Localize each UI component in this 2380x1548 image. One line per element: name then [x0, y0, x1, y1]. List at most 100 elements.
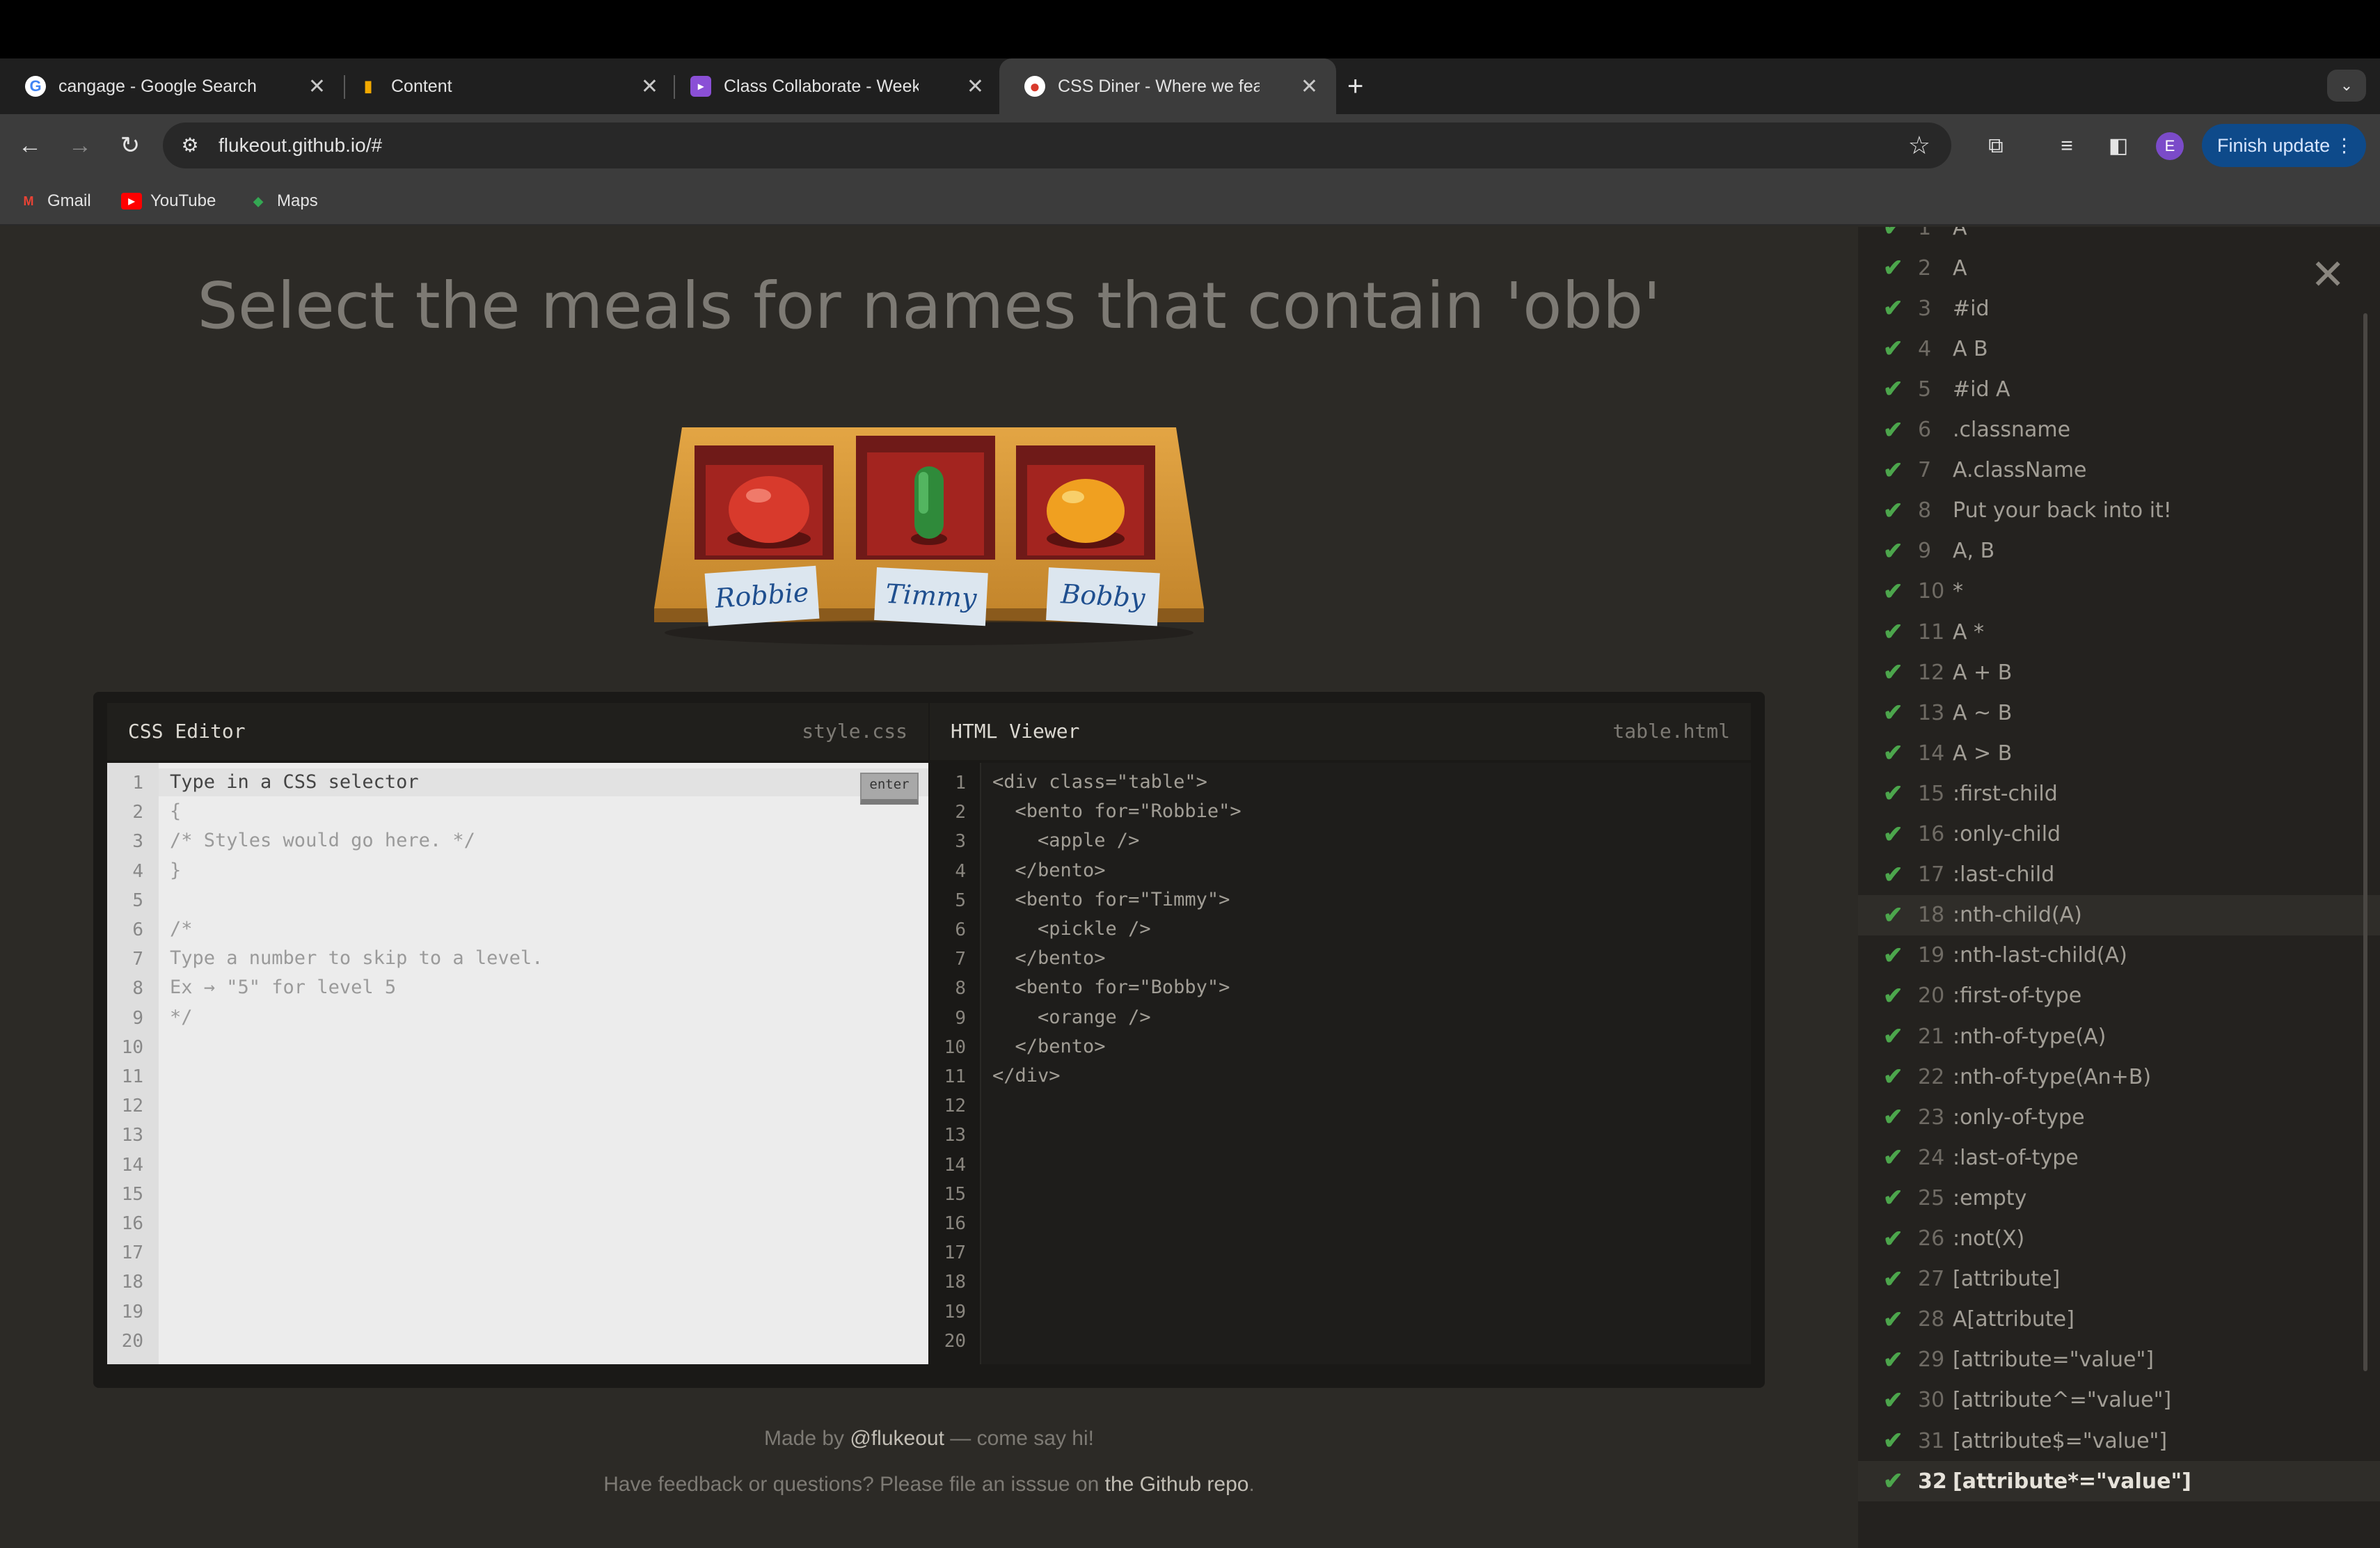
level-item[interactable]: ✔ 5 #id A	[1858, 369, 2380, 409]
level-name: #id	[1953, 296, 1990, 321]
footer-text: Made by	[763, 1427, 850, 1450]
level-name: A	[1953, 227, 1967, 240]
line-number: 13	[944, 1125, 966, 1146]
level-item[interactable]: ✔ 13 A ~ B	[1858, 693, 2380, 733]
level-item[interactable]: ✔ 12 A + B	[1858, 652, 2380, 693]
line-number: 10	[121, 1036, 143, 1058]
level-item[interactable]: ✔ 31 [attribute$="value"]	[1858, 1421, 2380, 1461]
level-item[interactable]: ✔ 9 A, B	[1858, 531, 2380, 571]
level-item[interactable]: ✔ 16:only-child	[1858, 814, 2380, 855]
reload-icon[interactable]: ↻	[114, 129, 146, 161]
apple-icon[interactable]	[729, 476, 809, 543]
css-filename: style.css	[802, 720, 907, 743]
level-item[interactable]: ✔ 1 A	[1858, 227, 2380, 248]
level-item[interactable]: ✔ 15:first-child	[1858, 773, 2380, 814]
tab-css-diner[interactable]: ● CSS Diner - Where we feast o ✕	[999, 58, 1336, 114]
close-icon[interactable]: ✕	[308, 74, 326, 99]
site-info-icon[interactable]: ⚙	[178, 134, 202, 157]
side-panel-icon[interactable]: ◧	[2103, 131, 2134, 161]
bookmark-star-icon[interactable]: ☆	[1908, 123, 1930, 168]
back-icon[interactable]: ←	[14, 129, 46, 161]
level-item[interactable]: ✔ 19:nth-last-child(A)	[1858, 935, 2380, 976]
level-item[interactable]: ✔ 32 [attribute*="value"]	[1858, 1461, 2380, 1502]
level-item[interactable]: ✔ 29 [attribute="value"]	[1858, 1340, 2380, 1380]
line-number: 20	[944, 1330, 966, 1352]
level-item[interactable]: ✔ 28 A[attribute]	[1858, 1300, 2380, 1340]
bookmarks-bar: M Gmail ▶ YouTube ◆ Maps	[0, 177, 2380, 226]
html-viewer-header: HTML Viewer table.html	[930, 703, 1751, 760]
level-item[interactable]: ✔ 27 [attribute]	[1858, 1259, 2380, 1300]
level-item[interactable]: ✔ 3 #id	[1858, 288, 2380, 329]
level-item[interactable]: ✔ 21:nth-of-type(A)	[1858, 1016, 2380, 1057]
level-item[interactable]: ✔ 7 A.className	[1858, 450, 2380, 491]
finish-update-button[interactable]: Finish update ⋮	[2202, 124, 2366, 167]
level-name: A > B	[1953, 741, 2013, 766]
check-icon: ✔	[1883, 982, 1903, 1009]
media-controls-icon[interactable]: ≡	[2052, 131, 2082, 161]
check-icon: ✔	[1883, 457, 1903, 484]
level-item[interactable]: ✔ 20:first-of-type	[1858, 976, 2380, 1016]
check-icon: ✔	[1883, 821, 1903, 848]
level-item[interactable]: ✔ 23:only-of-type	[1858, 1097, 2380, 1137]
check-icon: ✔	[1883, 1064, 1903, 1091]
url-text[interactable]: flukeout.github.io/#	[219, 123, 382, 168]
new-tab-button[interactable]: +	[1347, 58, 1363, 114]
css-editor[interactable]: 1 Type in a CSS selector 2 {3 /* Styles woul…	[107, 763, 928, 1364]
bento-timmy[interactable]: Timmy	[856, 436, 995, 626]
forward-icon[interactable]: →	[64, 129, 96, 161]
level-item[interactable]: ✔ 25:empty	[1858, 1178, 2380, 1218]
level-item[interactable]: ✔ 30 [attribute^="value"]	[1858, 1380, 2380, 1421]
name-tag-bobby: Bobby	[1059, 578, 1146, 613]
close-icon[interactable]: ✕	[967, 74, 984, 99]
github-repo-link[interactable]: the Github repo	[1105, 1473, 1249, 1496]
gmail-icon: M	[23, 194, 34, 208]
level-item[interactable]: ✔ 2 A	[1858, 248, 2380, 288]
level-name: [attribute$="value"]	[1953, 1428, 2168, 1453]
flukeout-link[interactable]: @flukeout	[850, 1427, 944, 1450]
tab-search-button[interactable]: ⌄	[2327, 70, 2366, 102]
close-icon[interactable]: ✕	[1301, 74, 1318, 99]
level-name: #id A	[1953, 377, 2010, 402]
check-icon: ✔	[1883, 376, 1903, 403]
footer-text: .	[1248, 1473, 1255, 1496]
html-viewer: 1 <div class="table"> 2 <bento for="Robbie…	[930, 763, 1751, 1364]
level-item[interactable]: ✔ 6 .classname	[1858, 410, 2380, 450]
footer-feedback: Have feedback or questions? Please file …	[0, 1473, 1858, 1496]
bookmark-gmail[interactable]: M Gmail	[18, 177, 91, 226]
tab-class-collaborate[interactable]: ▸ Class Collaborate - Weekly Cl ✕	[665, 58, 1002, 114]
level-item[interactable]: ✔ 14 A > B	[1858, 733, 2380, 773]
level-item[interactable]: ✔ 10 *	[1858, 571, 2380, 612]
level-item[interactable]: ✔ 11 A *	[1858, 612, 2380, 652]
level-item[interactable]: ✔ 18:nth-child(A)	[1858, 894, 2380, 935]
level-name: [attribute="value"]	[1953, 1348, 2154, 1373]
level-name: A[attribute]	[1953, 1307, 2074, 1332]
level-item[interactable]: ✔ 22:nth-of-type(An+B)	[1858, 1057, 2380, 1097]
line-number: 17	[121, 1242, 143, 1264]
bookmark-youtube[interactable]: ▶ YouTube	[121, 177, 216, 226]
orange-icon[interactable]	[1047, 479, 1125, 543]
close-menu-icon[interactable]: ✕	[2310, 254, 2345, 296]
css-diner-icon: ●	[1024, 76, 1045, 97]
level-name: A ~ B	[1953, 700, 2013, 725]
address-bar[interactable]: ⚙ flukeout.github.io/# ☆	[163, 123, 1951, 168]
enter-button[interactable]: enter	[860, 773, 919, 805]
tab-content[interactable]: ▮ Content ✕	[333, 58, 676, 114]
level-item[interactable]: ✔ 17:last-child	[1858, 855, 2380, 895]
level-item[interactable]: ✔ 24:last-of-type	[1858, 1137, 2380, 1178]
close-icon[interactable]: ✕	[641, 74, 658, 99]
orange-highlight	[1062, 491, 1084, 503]
extensions-icon[interactable]: ⧉	[1981, 131, 2011, 161]
level-item[interactable]: ✔ 8 Put your back into it!	[1858, 491, 2380, 531]
bookmark-maps[interactable]: ◆ Maps	[248, 177, 318, 226]
tab-google-search[interactable]: G cangage - Google Search ✕	[0, 58, 344, 114]
bento-robbie[interactable]: Robbie	[695, 445, 834, 626]
level-menu-scrollbar[interactable]	[2363, 313, 2367, 1371]
more-vert-icon: ⋮	[2335, 135, 2354, 156]
line-number: 11	[944, 1066, 966, 1087]
code-line: {	[170, 800, 182, 823]
line-number: 18	[121, 1272, 143, 1293]
line-number: 4	[132, 860, 143, 882]
profile-avatar[interactable]: E	[2156, 132, 2184, 160]
level-item[interactable]: ✔ 4 A B	[1858, 329, 2380, 369]
level-item[interactable]: ✔ 26:not(X)	[1858, 1219, 2380, 1259]
